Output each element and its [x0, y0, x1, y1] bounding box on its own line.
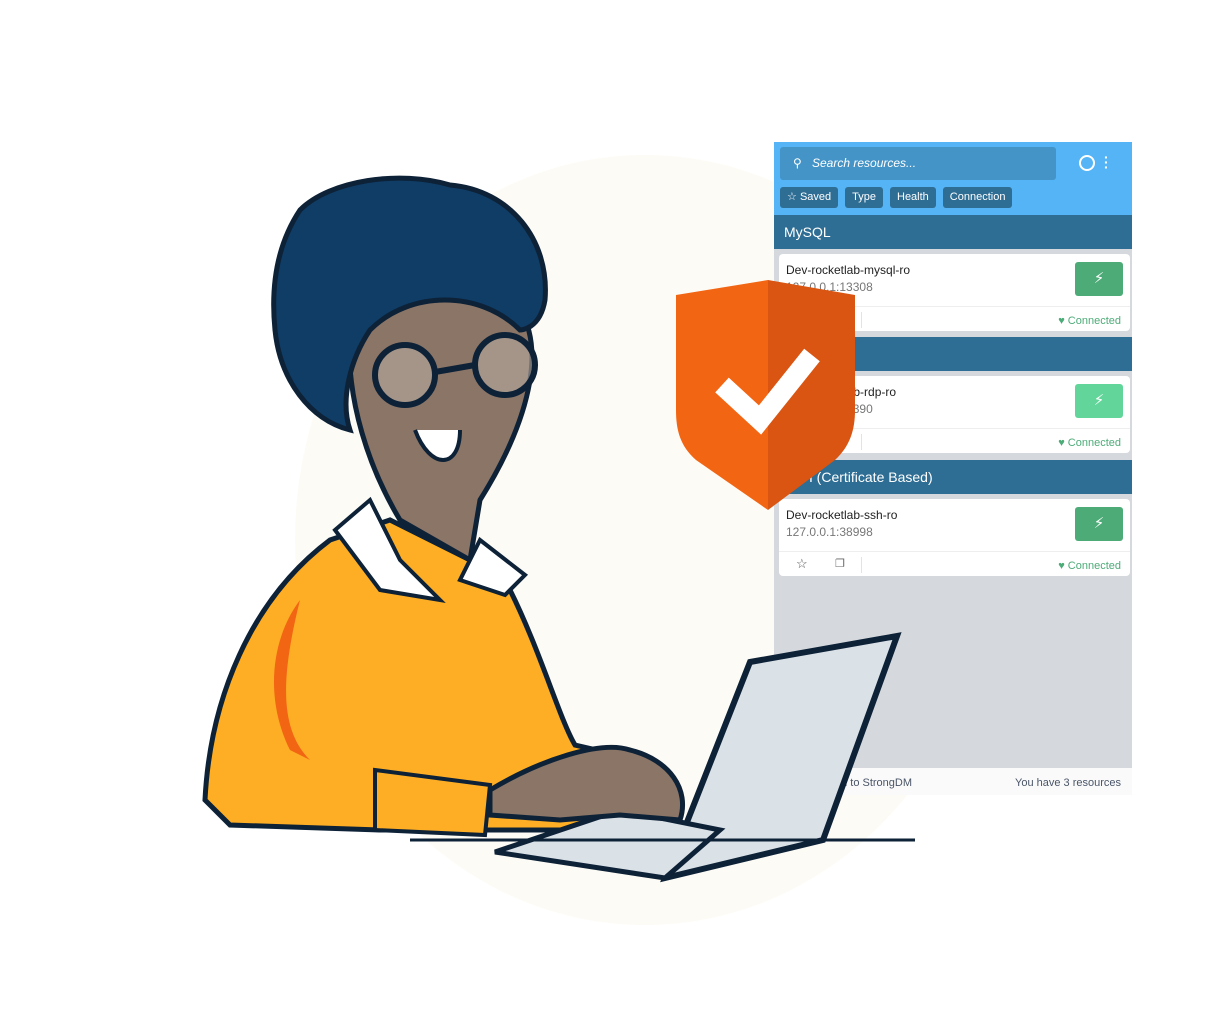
glasses-right [472, 332, 538, 398]
illustration [202, 175, 915, 883]
shield-check-icon [676, 280, 855, 510]
glasses-left [372, 342, 438, 408]
